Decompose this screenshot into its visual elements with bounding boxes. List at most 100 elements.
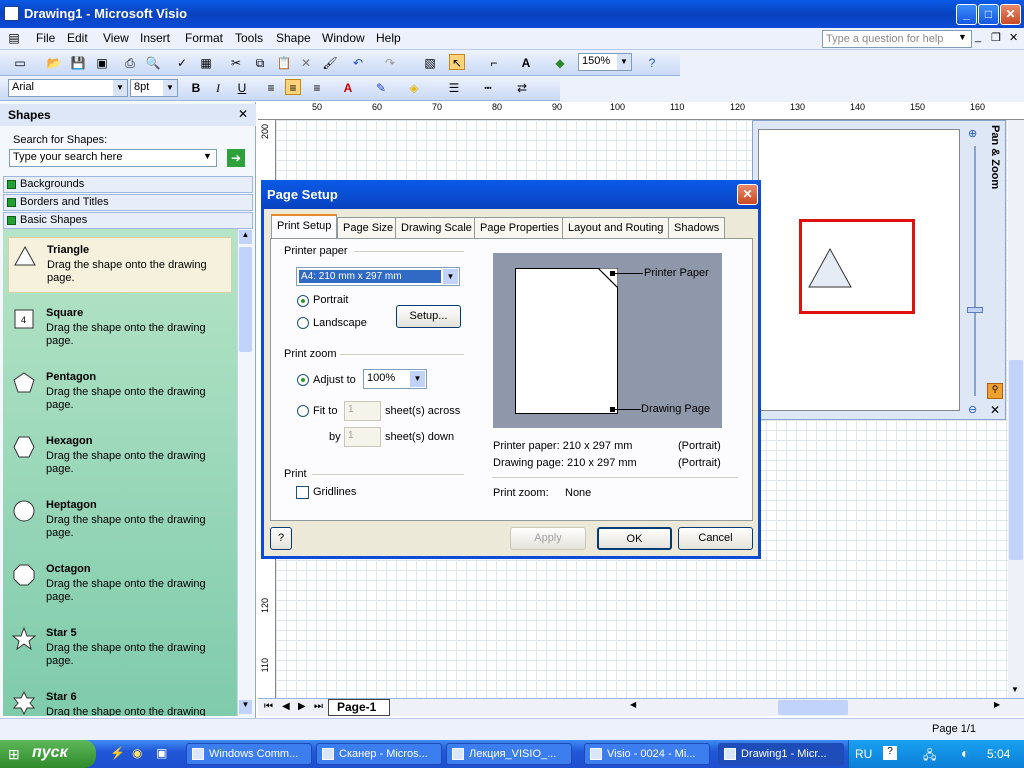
menu-shape[interactable]: Shape: [276, 31, 311, 45]
spelling-icon[interactable]: ✓: [174, 55, 190, 71]
tab-page-1[interactable]: Page-1: [328, 699, 390, 716]
line-pattern-icon[interactable]: ┅: [480, 80, 496, 96]
cancel-button[interactable]: Cancel: [678, 527, 753, 550]
menu-help[interactable]: Help: [376, 31, 401, 45]
italic-button[interactable]: I: [210, 80, 226, 96]
tab-page-size[interactable]: Page Size: [337, 217, 400, 238]
document-icon[interactable]: ▤: [6, 30, 22, 46]
help-icon[interactable]: ?: [644, 55, 660, 71]
fit-down-input[interactable]: 1: [344, 427, 381, 447]
close-window-button[interactable]: ✕: [1000, 4, 1021, 25]
cut-icon[interactable]: ✂: [228, 55, 244, 71]
zoom-combo[interactable]: 150% ▼: [578, 53, 632, 71]
scroll-up-icon[interactable]: ▲: [239, 230, 252, 244]
quicklaunch-icon[interactable]: ⚡: [110, 746, 125, 760]
menu-format[interactable]: Format: [185, 31, 223, 45]
align-left-icon[interactable]: ≡: [263, 80, 279, 96]
shape-item-heptagon[interactable]: Heptagon Drag the shape onto the drawing…: [8, 493, 232, 549]
zoom-dropdown-icon[interactable]: ▼: [617, 54, 631, 70]
ok-button[interactable]: OK: [597, 527, 672, 550]
scroll-down-icon[interactable]: ▼: [1011, 685, 1019, 694]
fill-color-icon[interactable]: ◈: [406, 80, 422, 96]
media-player-icon[interactable]: ◉: [132, 746, 142, 760]
dialog-help-button[interactable]: ?: [270, 527, 292, 550]
stencil-basic-shapes[interactable]: Basic Shapes: [3, 212, 253, 229]
hscroll-thumb[interactable]: [778, 700, 848, 715]
fit-to-radio[interactable]: [297, 405, 309, 417]
stencil-icon[interactable]: ◆: [552, 55, 568, 71]
language-indicator[interactable]: RU: [855, 747, 872, 761]
menu-insert[interactable]: Insert: [140, 31, 170, 45]
doc-close-icon[interactable]: ✕: [1009, 31, 1018, 44]
stencil-borders-titles[interactable]: Borders and Titles: [3, 194, 253, 211]
shapes-close-icon[interactable]: ✕: [238, 107, 248, 121]
stencil-scrollbar[interactable]: ▲ ▼: [237, 229, 253, 716]
menu-file[interactable]: File: [36, 31, 55, 45]
underline-button[interactable]: U: [234, 80, 250, 96]
doc-restore-icon[interactable]: ❐: [991, 31, 1001, 44]
menu-tools[interactable]: Tools: [235, 31, 263, 45]
task-visio-0024[interactable]: Visio - 0024 - Mi...: [584, 743, 710, 765]
search-history-icon[interactable]: ▼: [203, 151, 212, 161]
next-page-icon[interactable]: ▶: [298, 701, 306, 712]
dialog-close-button[interactable]: ✕: [737, 184, 758, 205]
undo-icon[interactable]: ↶: [350, 55, 366, 71]
hscroll-left-icon[interactable]: ◀: [630, 700, 644, 715]
line-ends-icon[interactable]: ⇄: [514, 80, 530, 96]
menu-view[interactable]: View: [103, 31, 129, 45]
fit-across-input[interactable]: 1: [344, 401, 381, 421]
font-dropdown-icon[interactable]: ▼: [113, 80, 127, 96]
shape-item-hexagon[interactable]: Hexagon Drag the shape onto the drawing …: [8, 429, 232, 485]
text-tool-icon[interactable]: A: [518, 55, 534, 71]
volume-icon[interactable]: ◐: [961, 745, 969, 761]
pointer-tool-icon[interactable]: ↖: [449, 54, 465, 70]
pan-zoom-close-icon[interactable]: ✕: [990, 403, 1000, 417]
delete-icon[interactable]: ✕: [298, 55, 314, 71]
align-right-icon[interactable]: ≡: [309, 80, 325, 96]
shapes-window-icon[interactable]: ▧: [422, 55, 438, 71]
size-dropdown-icon[interactable]: ▼: [163, 80, 177, 96]
line-weight-icon[interactable]: ☰: [446, 80, 462, 96]
tab-drawing-scale[interactable]: Drawing Scale: [395, 217, 478, 238]
shape-item-star-6[interactable]: Star 6 Drag the shape onto the drawing: [8, 685, 232, 716]
prev-page-icon[interactable]: ◀: [282, 701, 290, 712]
permission-icon[interactable]: ▣: [94, 55, 110, 71]
pin-icon[interactable]: ⚲: [987, 383, 1003, 399]
task-windows-commander[interactable]: Windows Comm...: [186, 743, 312, 765]
search-go-icon[interactable]: ➜: [227, 149, 245, 167]
print-preview-icon[interactable]: 🔍: [145, 55, 161, 71]
network-icon[interactable]: 🖧: [923, 746, 936, 767]
visio-app-icon[interactable]: [4, 6, 19, 21]
print-icon[interactable]: ⎙: [122, 55, 138, 71]
help-dropdown-icon[interactable]: ▼: [958, 32, 967, 42]
zoom-out-icon[interactable]: ⊖: [968, 403, 977, 416]
task-drawing1[interactable]: Drawing1 - Micr...: [718, 743, 844, 765]
landscape-radio[interactable]: [297, 317, 309, 329]
save-icon[interactable]: 💾: [70, 55, 86, 71]
bold-button[interactable]: B: [188, 80, 204, 96]
maximize-button[interactable]: □: [978, 4, 999, 25]
shape-item-triangle[interactable]: Triangle Drag the shape onto the drawing…: [8, 237, 232, 293]
task-lecture-visio[interactable]: Лекция_VISIO_...: [446, 743, 572, 765]
canvas-vertical-scrollbar[interactable]: ▼: [1008, 120, 1024, 698]
hscroll-right-icon[interactable]: ▶: [994, 700, 1008, 715]
format-painter-icon[interactable]: 🖌: [322, 55, 338, 71]
scroll-thumb[interactable]: [1009, 360, 1023, 560]
shape-item-pentagon[interactable]: Pentagon Drag the shape onto the drawing…: [8, 365, 232, 421]
line-color-icon[interactable]: ✎: [373, 80, 389, 96]
align-center-icon[interactable]: ≡: [285, 79, 301, 95]
font-color-icon[interactable]: A: [340, 80, 356, 96]
research-icon[interactable]: ▦: [198, 55, 214, 71]
search-shapes-input[interactable]: Type your search here: [9, 149, 217, 167]
zoom-slider-thumb[interactable]: [967, 307, 983, 313]
copy-icon[interactable]: ⧉: [252, 55, 268, 71]
doc-minimize-icon[interactable]: _: [975, 31, 981, 43]
paper-size-select[interactable]: A4: 210 mm x 297 mm ▼: [296, 267, 460, 286]
shape-item-square[interactable]: 4 Square Drag the shape onto the drawing…: [8, 301, 232, 357]
stencil-backgrounds[interactable]: Backgrounds: [3, 176, 253, 193]
adjust-to-select[interactable]: 100% ▼: [363, 369, 427, 389]
menu-window[interactable]: Window: [322, 31, 365, 45]
gridlines-checkbox[interactable]: [296, 486, 309, 499]
portrait-radio[interactable]: [297, 295, 309, 307]
redo-icon[interactable]: ↷: [382, 55, 398, 71]
